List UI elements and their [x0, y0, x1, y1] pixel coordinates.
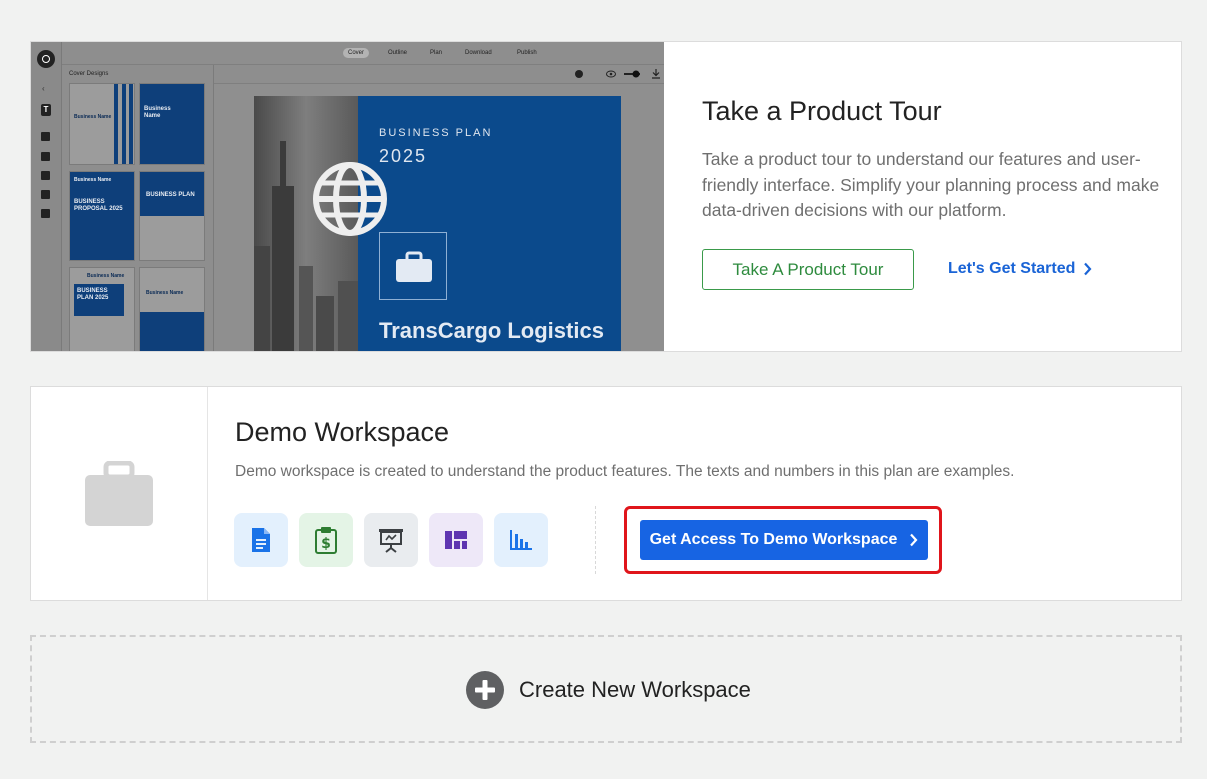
- preview-cover-logo-box: [379, 232, 447, 300]
- preview-back-chevron-icon: ‹: [42, 84, 45, 93]
- feature-pitch-deck: [364, 513, 418, 567]
- product-tour-preview-image: ‹ T Cover Outline Plan Download Publish …: [31, 42, 664, 351]
- preview-tab-cover: Cover: [343, 48, 370, 58]
- preview-cover-kicker: BUSINESS PLAN: [379, 127, 493, 139]
- preview-document-icon: [41, 152, 50, 161]
- preview-top-tabs: Cover Outline Plan Download Publish: [62, 42, 664, 65]
- create-new-workspace-label[interactable]: Create New Workspace: [519, 677, 751, 703]
- preview-cover-company: TransCargo Logistics: [379, 318, 604, 343]
- feature-dashboard: [429, 513, 483, 567]
- preview-briefcase-icon: [396, 251, 432, 282]
- presentation-icon: [379, 529, 403, 553]
- bar-chart-icon: [510, 530, 532, 550]
- preview-dashboard-icon: [41, 209, 50, 218]
- product-tour-title: Take a Product Tour: [702, 96, 942, 126]
- preview-tab-download: Download: [465, 50, 492, 56]
- demo-workspace-description: Demo workspace is created to understand …: [235, 463, 1015, 480]
- feature-financials: $: [299, 513, 353, 567]
- preview-tab-publish: Publish: [517, 50, 537, 56]
- briefcase-icon: [85, 461, 153, 526]
- financial-clipboard-icon: $: [315, 527, 337, 554]
- preview-toolbar: [214, 65, 664, 84]
- demo-workspace-icon-area: [31, 387, 208, 600]
- product-tour-card: ‹ T Cover Outline Plan Download Publish …: [30, 41, 1182, 352]
- dashboard-icon: [445, 531, 467, 549]
- preview-thumb: Business Name: [69, 83, 135, 165]
- document-icon: [252, 528, 270, 552]
- preview-paint-icon: [575, 70, 583, 78]
- get-access-demo-workspace-button[interactable]: Get Access To Demo Workspace: [640, 520, 928, 560]
- preview-download-icon: [652, 69, 660, 79]
- product-tour-description: Take a product tour to understand our fe…: [702, 149, 1160, 220]
- demo-workspace-card: Demo Workspace Demo workspace is created…: [30, 386, 1182, 601]
- feature-business-plan: [234, 513, 288, 567]
- preview-toggle-icon: [624, 70, 640, 78]
- demo-workspace-title: Demo Workspace: [235, 417, 450, 447]
- preview-sidebar-title: Cover Designs: [69, 71, 109, 77]
- demo-divider: [595, 506, 596, 574]
- preview-thumb: Business Name: [139, 267, 205, 351]
- preview-canvas: BUSINESS PLAN 2025 TransCargo Logistics: [214, 84, 664, 351]
- plus-circle-icon[interactable]: [466, 671, 504, 709]
- preview-thumb: Business Name BUSINESS PLAN 2025: [69, 267, 135, 351]
- get-started-label: Let's Get Started: [948, 260, 1076, 277]
- create-new-workspace-content[interactable]: Create New Workspace: [466, 671, 751, 709]
- preview-thumb: Business Name: [139, 83, 205, 165]
- preview-eye-icon: [606, 70, 616, 78]
- preview-thumb: BUSINESS PLAN: [139, 171, 205, 261]
- preview-cover-designs-sidebar: Cover Designs Business Name Business Nam…: [62, 65, 256, 351]
- chevron-right-icon: [1084, 262, 1092, 276]
- preview-app-logo-icon: [37, 50, 55, 68]
- feature-reports: [494, 513, 548, 567]
- create-new-workspace-card[interactable]: Create New Workspace: [30, 635, 1182, 743]
- preview-finance-icon: [41, 171, 50, 180]
- svg-text:$: $: [321, 536, 331, 552]
- globe-icon: [313, 162, 387, 236]
- chevron-right-icon: [910, 533, 918, 547]
- preview-presentation-icon: [41, 190, 50, 199]
- preview-thumb: Business Name BUSINESS PROPOSAL 2025: [69, 171, 135, 261]
- preview-app-rail: ‹ T: [31, 42, 62, 351]
- preview-workspace-letter: T: [41, 104, 51, 116]
- get-started-link[interactable]: Let's Get Started: [948, 260, 1092, 278]
- preview-home-icon: [41, 132, 50, 141]
- preview-tab-outline: Outline: [388, 50, 408, 56]
- take-product-tour-button[interactable]: Take A Product Tour: [702, 249, 914, 290]
- demo-access-button-label: Get Access To Demo Workspace: [649, 531, 898, 548]
- preview-tab-plan: Plan: [430, 50, 443, 56]
